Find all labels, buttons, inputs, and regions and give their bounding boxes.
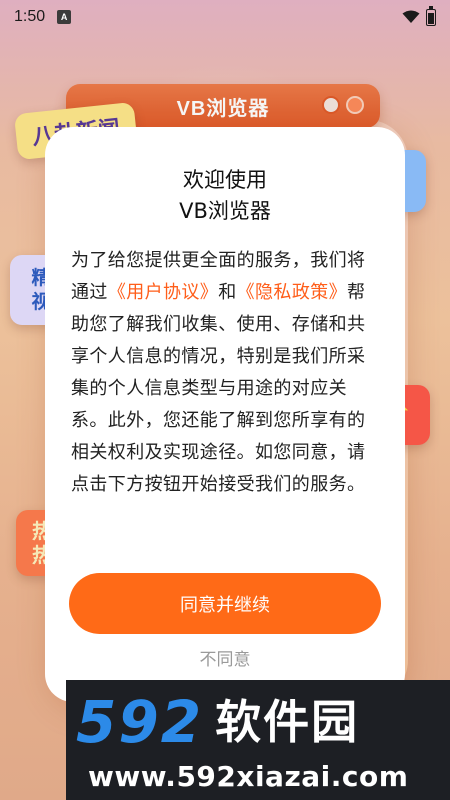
watermark-url: www.592xiazai.com xyxy=(88,760,409,793)
dialog-title: 欢迎使用 VB浏览器 xyxy=(45,165,405,227)
agree-and-continue-button[interactable]: 同意并继续 xyxy=(69,573,381,634)
wifi-icon xyxy=(402,10,420,23)
status-time: 1:50 xyxy=(14,8,46,25)
dialog-body-details: 帮助您了解我们收集、使用、存储和共享个人信息的情况，特别是我们所采集的个人信息类… xyxy=(71,282,366,495)
watermark: 592 软件园 www.592xiazai.com xyxy=(66,680,450,800)
user-agreement-link[interactable]: 《用户协议》 xyxy=(108,282,218,303)
dialog-title-line1: 欢迎使用 xyxy=(183,168,267,192)
watermark-logo-number: 592 xyxy=(76,688,204,756)
watermark-logo-text: 软件园 xyxy=(215,695,360,749)
privacy-policy-link[interactable]: 《隐私政策》 xyxy=(237,282,347,303)
dialog-title-line2: VB浏览器 xyxy=(179,199,271,223)
privacy-dialog: 欢迎使用 VB浏览器 为了给您提供更全面的服务，我们将通过《用户协议》和《隐私政… xyxy=(45,127,405,702)
disagree-button[interactable]: 不同意 xyxy=(45,645,405,670)
battery-icon xyxy=(426,5,436,26)
dialog-body-and: 和 xyxy=(218,282,237,303)
status-bar: 1:50 A xyxy=(0,0,450,34)
watermark-logo: 592 软件园 xyxy=(76,692,359,752)
notification-a-icon: A xyxy=(57,10,72,24)
dialog-body: 为了给您提供更全面的服务，我们将通过《用户协议》和《隐私政策》帮助您了解我们收集… xyxy=(71,245,383,501)
